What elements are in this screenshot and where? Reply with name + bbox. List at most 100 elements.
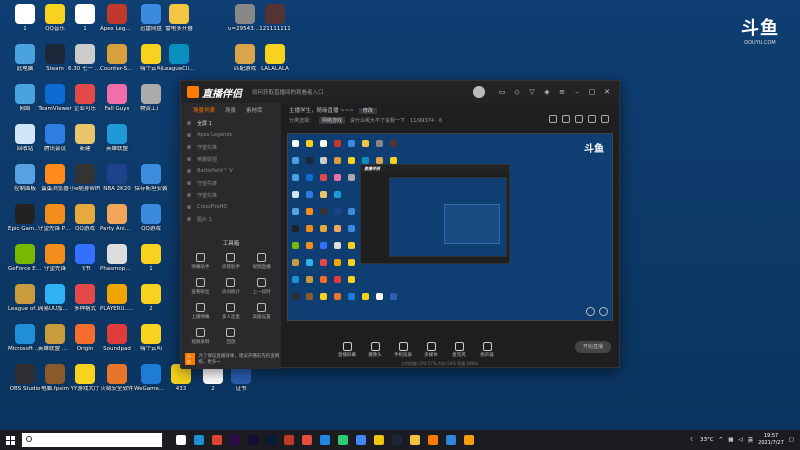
desktop-icon[interactable]: QQ音乐 xyxy=(38,4,72,33)
tool-button[interactable]: 上播弹幕 xyxy=(185,303,216,320)
desktop-icon[interactable]: 保存斯坦安装 xyxy=(134,164,168,193)
tool-button[interactable]: 视频录制 xyxy=(185,328,216,345)
clock[interactable]: 19:57 2021/7/27 xyxy=(758,433,784,447)
announcement-link[interactable]: 如何获取直播间的观看者入口 xyxy=(252,88,473,96)
desktop-icon[interactable]: 121111111 xyxy=(258,4,292,33)
taskbar-app-photoshop[interactable] xyxy=(262,430,280,450)
bell-icon[interactable] xyxy=(588,115,596,123)
desktop-icon[interactable]: PLAYERU... BATTLEGR... xyxy=(100,284,134,313)
gift-box-icon[interactable] xyxy=(575,115,583,123)
tool-button[interactable]: 房管助手 xyxy=(216,253,247,270)
desktop-icon[interactable]: NBA 2K20 xyxy=(100,164,134,193)
desktop-icon[interactable]: 守望先锋 xyxy=(38,244,72,273)
close-button[interactable]: ✕ xyxy=(601,86,613,98)
scene-item[interactable]: 图片 1 xyxy=(181,213,281,225)
eye-icon[interactable] xyxy=(187,181,191,185)
source-button[interactable]: 多媒体 xyxy=(417,342,445,358)
tool-button[interactable]: 查看粉丝 xyxy=(185,278,216,295)
desktop-icon[interactable]: Soundpad xyxy=(100,324,134,353)
desktop-icon[interactable]: TeamViewer xyxy=(38,84,72,113)
weather-icon[interactable]: ☾ xyxy=(690,437,695,443)
app-titlebar[interactable]: 直播伴侣 如何获取直播间的观看者入口 ▭ ◇ ▽ ◈ ≡ – □ ✕ xyxy=(181,81,619,103)
desktop-icon[interactable]: 2 xyxy=(134,284,168,313)
desktop-icon[interactable]: 守望先锋 Public Test xyxy=(38,204,72,233)
desktop-icon[interactable]: 控制面板 xyxy=(8,164,42,193)
taskbar-app-music[interactable] xyxy=(298,430,316,450)
taskbar-app-livemate[interactable] xyxy=(424,430,442,450)
taskbar-app-edge[interactable] xyxy=(190,430,208,450)
taskbar-app-netease[interactable] xyxy=(280,430,298,450)
scene-item[interactable]: Apex Legends xyxy=(181,129,281,141)
desktop-icon[interactable]: 企业可乐 xyxy=(68,84,102,113)
temperature[interactable]: 33°C xyxy=(700,437,714,443)
scene-item[interactable]: 守望先锋 xyxy=(181,177,281,189)
desktop-icon[interactable]: 腾讯会议 xyxy=(38,124,72,153)
desktop-icon[interactable]: 回收站 xyxy=(8,124,42,153)
desktop-icon[interactable]: 小e随身WiFi xyxy=(68,164,102,193)
skin-icon[interactable]: ◈ xyxy=(541,86,553,98)
desktop-icon[interactable]: LeagueCli... - 快捷方式 xyxy=(162,44,196,73)
desktop-icon[interactable]: Counter-Strike Global Off... xyxy=(100,44,134,73)
tool-button[interactable]: 弹幕助手 xyxy=(185,253,216,270)
desktop-icon[interactable]: 6.30 七一 第十八季度 xyxy=(68,44,102,73)
preview-audio-icon[interactable] xyxy=(586,307,595,316)
source-button[interactable]: 直播屏幕 xyxy=(333,342,361,358)
eye-icon[interactable] xyxy=(187,169,191,173)
minimize-button[interactable]: – xyxy=(571,86,583,98)
edit-title-button[interactable]: 修改 xyxy=(358,108,377,114)
preview-search-icon[interactable] xyxy=(599,307,608,316)
tab-assets[interactable]: 素材库 xyxy=(246,106,263,114)
avatar[interactable] xyxy=(473,86,485,98)
taskbar-app-qq[interactable] xyxy=(316,430,334,450)
taskbar-app-steam[interactable] xyxy=(388,430,406,450)
eye-icon[interactable] xyxy=(187,145,191,149)
desktop-icon[interactable]: OBS Studio xyxy=(8,364,42,393)
taskbar-app-premiere[interactable] xyxy=(226,430,244,450)
desktop-icon[interactable]: Apex Legends xyxy=(100,4,134,33)
menu-icon[interactable]: ≡ xyxy=(556,86,568,98)
taskbar-app-task-view[interactable] xyxy=(172,430,190,450)
desktop-icon[interactable]: 1 xyxy=(8,4,42,33)
desktop-icon[interactable]: 此电脑 xyxy=(8,44,42,73)
eye-icon[interactable] xyxy=(187,133,191,137)
desktop-icon[interactable]: 雷电多开器 xyxy=(162,4,196,33)
desktop-icon[interactable]: 蛋蛋浏览器 xyxy=(38,164,72,193)
maximize-button[interactable]: □ xyxy=(586,86,598,98)
desktop-icon[interactable]: 英雄联盟 xyxy=(100,124,134,153)
eye-icon[interactable] xyxy=(187,205,191,209)
tab-scene-list[interactable]: 场景列表 xyxy=(193,106,215,114)
taskbar-app-explorer[interactable] xyxy=(406,430,424,450)
tool-button[interactable]: 回放 xyxy=(216,328,247,345)
desktop-icon[interactable]: u=295431... xyxy=(228,4,262,33)
desktop-icon[interactable]: 1 xyxy=(134,244,168,273)
source-button[interactable]: 麦克风 xyxy=(445,342,473,358)
desktop-icon[interactable]: QQ游戏 xyxy=(68,204,102,233)
tool-button[interactable]: 多人连麦 xyxy=(216,303,247,320)
category-select[interactable]: 网络游戏 xyxy=(319,117,346,124)
scene-item[interactable]: Battlefield™ V xyxy=(181,165,281,177)
desktop-icon[interactable]: Phasmophobia xyxy=(100,244,134,273)
desktop-icon[interactable]: Steam xyxy=(38,44,72,73)
desktop-icon[interactable]: WeGame游戏平台 xyxy=(134,364,168,393)
taskbar-app-app-blue[interactable] xyxy=(442,430,460,450)
source-button[interactable]: 摄像头 xyxy=(361,342,389,358)
taskbar-app-after-effects[interactable] xyxy=(244,430,262,450)
scene-item[interactable]: 守望先锋 xyxy=(181,141,281,153)
taskbar-app-wegame[interactable] xyxy=(370,430,388,450)
scene-item[interactable]: 英雄联盟 xyxy=(181,153,281,165)
eye-icon[interactable] xyxy=(187,121,191,125)
taskbar-app-google[interactable] xyxy=(352,430,370,450)
desktop-icon[interactable]: 嗨个云叫 xyxy=(134,324,168,353)
volume-icon[interactable]: ◁ xyxy=(738,437,742,443)
desktop-icon[interactable]: League of Legends xyxy=(8,284,42,313)
taskbar-app-chrome[interactable] xyxy=(208,430,226,450)
ime-icon[interactable]: 英 xyxy=(748,436,754,444)
scene-item[interactable]: CrossFireHD xyxy=(181,201,281,213)
tool-button[interactable]: 上一段时 xyxy=(246,278,277,295)
taskbar-search-input[interactable] xyxy=(22,433,162,447)
desktop-icon[interactable]: 匹配游戏 xyxy=(228,44,262,73)
stream-preview[interactable]: 斗鱼 直播伴侣 xyxy=(287,133,613,321)
screenshot-icon[interactable] xyxy=(549,115,557,123)
start-button[interactable] xyxy=(0,430,20,450)
tool-button[interactable]: 房间统计 xyxy=(216,278,247,295)
